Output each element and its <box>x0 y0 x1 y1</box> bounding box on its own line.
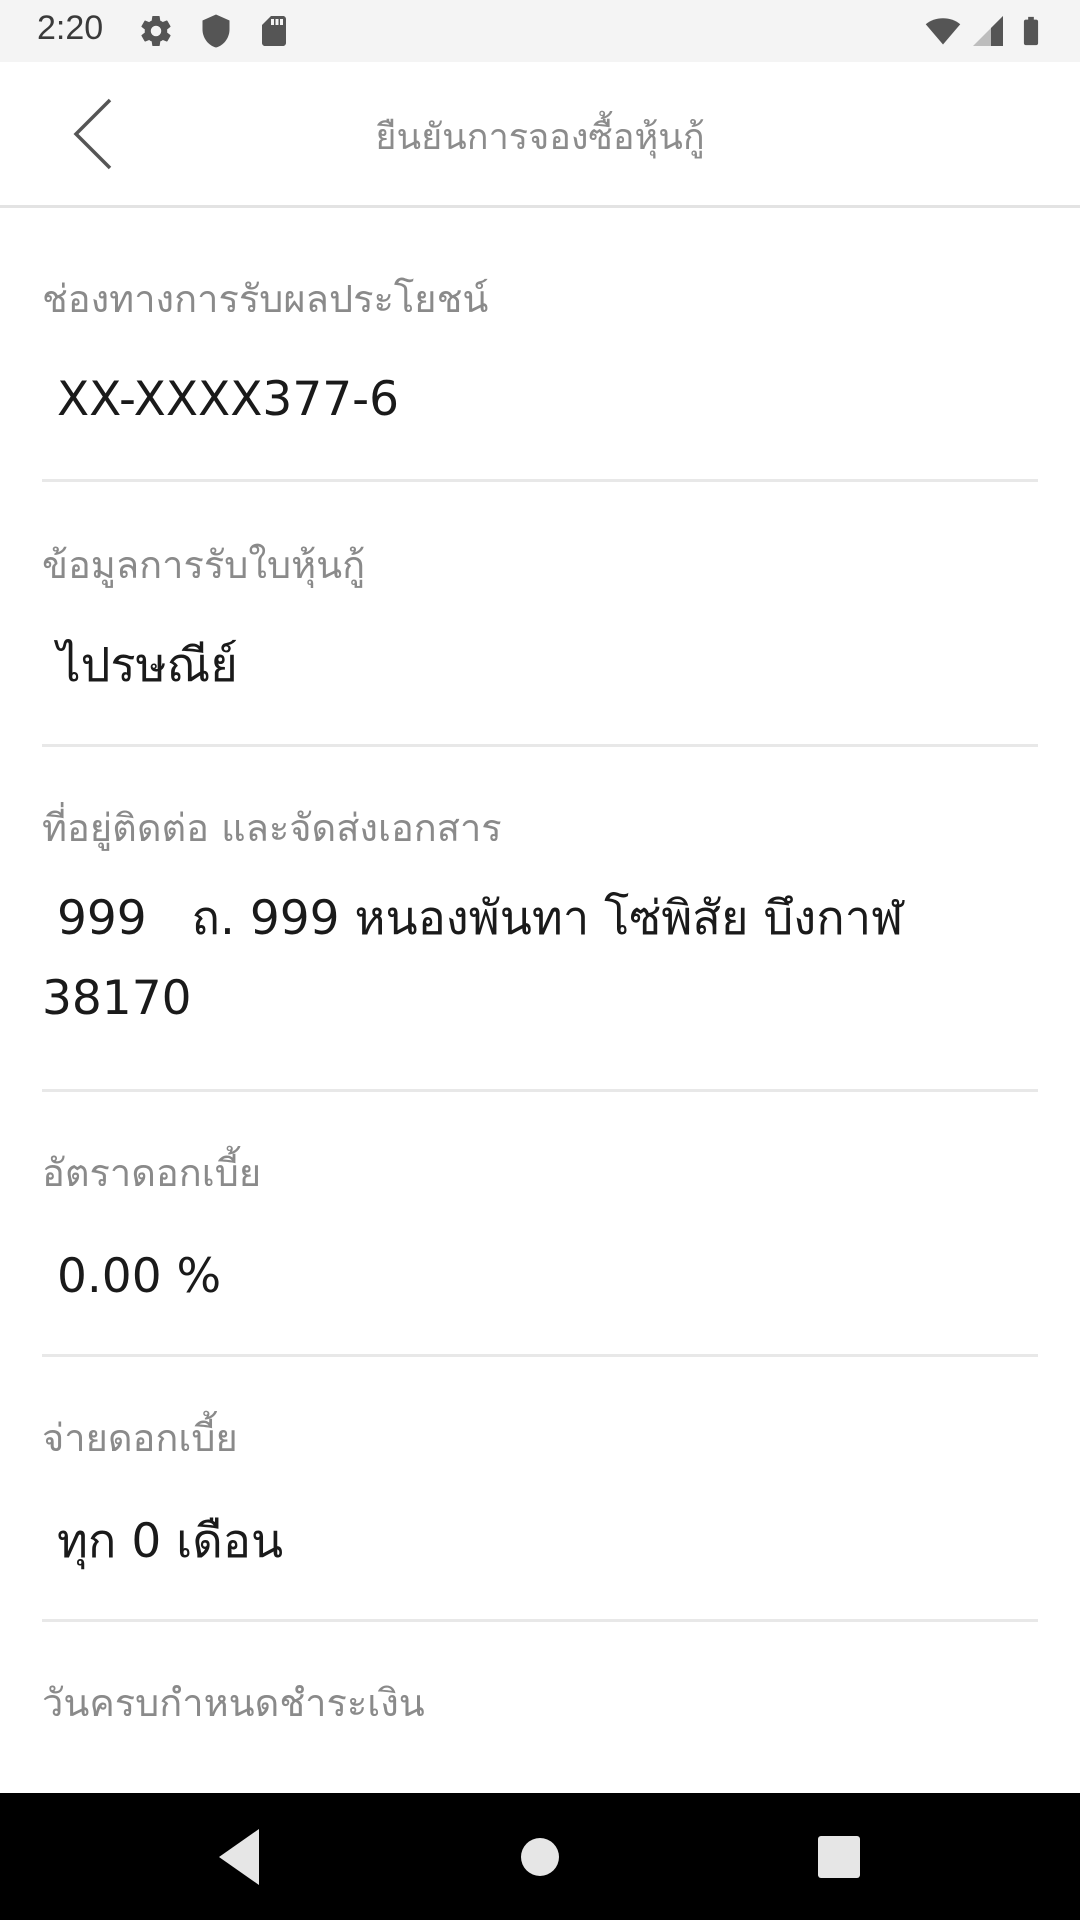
field-label: จ่ายดอกเบี้ย <box>42 1416 238 1460</box>
page-title: ยืนยันการจองซื้อหุ้นกู้ <box>375 117 705 158</box>
field-value: 0.00 % <box>42 1249 222 1304</box>
field-value: XX-XXXX377-6 <box>42 372 399 427</box>
back-triangle-icon[interactable] <box>203 1821 275 1893</box>
home-circle-icon[interactable] <box>504 1821 576 1893</box>
sd-card-icon <box>262 16 286 46</box>
field-label: ข้อมูลการรับใบหุ้นกู้ <box>42 543 366 587</box>
field-label: ที่อยู่ติดต่อ และจัดส่งเอกสาร <box>42 806 502 850</box>
field-label: วันครบกำหนดชำระเงิน <box>42 1681 425 1725</box>
wifi-icon <box>925 18 961 45</box>
field-interest-rate: อัตราดอกเบี้ย 0.00 % <box>42 1092 1038 1357</box>
app-bar: ยืนยันการจองซื้อหุ้นกู้ <box>0 62 1080 208</box>
battery-icon <box>1023 16 1039 46</box>
field-interest-payment: จ่ายดอกเบี้ย ทุก 0 เดือน <box>42 1357 1038 1622</box>
recents-square-icon[interactable] <box>803 1821 875 1893</box>
field-value: ไปรษณีย์ <box>42 638 238 693</box>
field-value: 999 ถ. 999 หนองพันทา โซ่พิสัย บึงกาฬ 381… <box>42 891 919 1026</box>
system-nav-bar <box>0 1793 1080 1920</box>
field-value: ทุก 0 เดือน <box>42 1514 284 1569</box>
field-certificate-delivery: ข้อมูลการรับใบหุ้นกู้ ไปรษณีย์ <box>42 482 1038 747</box>
field-payment-due-date: วันครบกำหนดชำระเงิน <box>42 1622 1038 1793</box>
gear-icon <box>141 16 171 47</box>
field-label: ช่องทางการรับผลประโยชน์ <box>42 277 489 321</box>
status-bar: 2:20 <box>0 0 1080 62</box>
field-label: อัตราดอกเบี้ย <box>42 1151 262 1195</box>
status-time: 2:20 <box>37 9 104 47</box>
field-benefit-channel: ช่องทางการรับผลประโยชน์ XX-XXXX377-6 <box>42 210 1038 482</box>
shield-icon <box>202 14 230 48</box>
detail-list[interactable]: ช่องทางการรับผลประโยชน์ XX-XXXX377-6 ข้อ… <box>0 210 1080 1793</box>
field-contact-address: ที่อยู่ติดต่อ และจัดส่งเอกสาร 999 ถ. 999… <box>42 747 1038 1092</box>
signal-icon <box>973 16 1003 46</box>
